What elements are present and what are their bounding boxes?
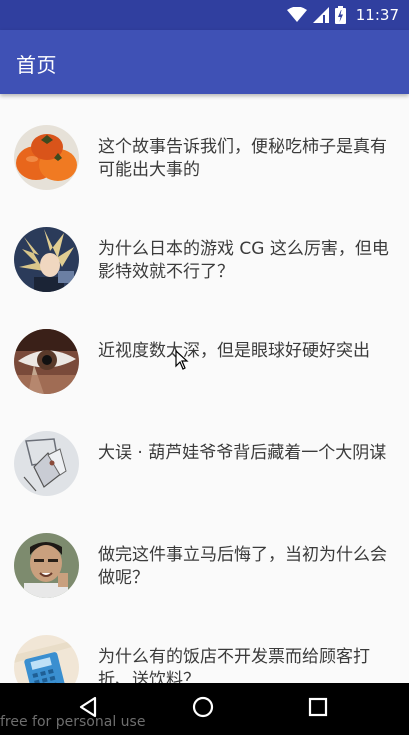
avatar-eye: [14, 329, 79, 394]
avatar-persimmons: [14, 125, 79, 190]
status-icons: 11:37: [286, 5, 399, 25]
app-bar: 首页: [0, 30, 409, 94]
list-item[interactable]: 做完这件事立马后悔了，当初为什么会做呢？: [0, 502, 409, 604]
list-item[interactable]: 这个故事告诉我们，便秘吃柿子是真有可能出大事的: [0, 94, 409, 196]
wifi-icon: [286, 7, 307, 23]
recents-button[interactable]: [298, 691, 338, 727]
list-item[interactable]: 大误 · 葫芦娃爷爷背后藏着一个大阴谋: [0, 400, 409, 502]
cellular-signal-icon: [312, 7, 329, 23]
item-title: 为什么有的饭店不开发票而给顾客打折、送饮料？: [98, 647, 370, 683]
battery-charging-icon: [334, 6, 346, 24]
page-title: 首页: [16, 53, 57, 77]
item-title: 大误 · 葫芦娃爷爷背后藏着一个大阴谋: [98, 443, 387, 463]
avatar-game-character: [14, 227, 79, 292]
avatar-sketch-drawing: [14, 431, 79, 496]
item-title: 这个故事告诉我们，便秘吃柿子是真有可能出大事的: [98, 137, 387, 180]
watermark-text: free for personal use: [0, 714, 146, 730]
home-icon: [192, 696, 214, 722]
news-list[interactable]: 这个故事告诉我们，便秘吃柿子是真有可能出大事的 为什么日本的游戏 CG 这么厉害…: [0, 94, 409, 683]
list-item[interactable]: 为什么日本的游戏 CG 这么厉害，但电影特效就不行了？: [0, 196, 409, 298]
avatar-man-face: [14, 533, 79, 598]
recents-icon: [308, 697, 328, 721]
status-bar: 11:37: [0, 0, 409, 30]
avatar-calculator: [14, 635, 79, 683]
item-title: 为什么日本的游戏 CG 这么厉害，但电影特效就不行了？: [98, 239, 389, 282]
list-item[interactable]: 为什么有的饭店不开发票而给顾客打折、送饮料？: [0, 604, 409, 683]
item-title: 做完这件事立马后悔了，当初为什么会做呢？: [98, 545, 387, 588]
list-item[interactable]: 近视度数太深，但是眼球好硬好突出: [0, 298, 409, 400]
status-time: 11:37: [355, 6, 399, 24]
item-title: 近视度数太深，但是眼球好硬好突出: [98, 341, 370, 361]
mouse-cursor-icon: [175, 349, 189, 374]
home-button[interactable]: [183, 691, 223, 727]
